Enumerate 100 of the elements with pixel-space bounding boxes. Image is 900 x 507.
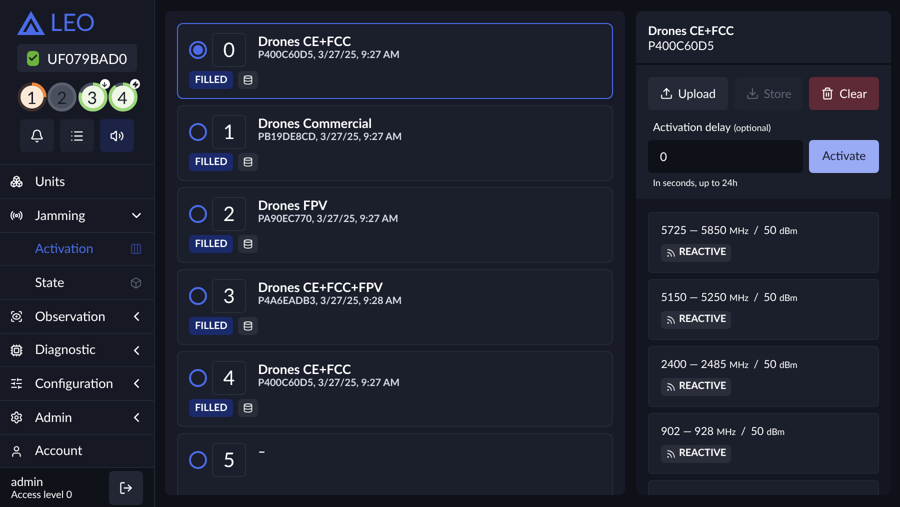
database-icon <box>238 317 258 335</box>
preset-card[interactable]: 3 Drones CE+FCC+FPV P4A6EADB3, 3/27/25, 9:28 AM FILLED <box>177 269 613 345</box>
radio-button[interactable] <box>189 205 207 223</box>
signal-icon <box>666 448 676 458</box>
nav-item[interactable]: Configuration <box>0 367 154 402</box>
upload-button[interactable]: Upload <box>648 77 728 110</box>
nav-item[interactable]: Jamming <box>0 198 154 233</box>
preset-card[interactable]: 0 Drones CE+FCC P400C60D5, 3/27/25, 9:27 AM FILLED <box>177 23 613 99</box>
separator: / <box>740 424 746 440</box>
device-id: UF079BAD0 <box>47 48 127 69</box>
band-unit: MHz <box>729 224 749 238</box>
database-icon <box>238 399 258 417</box>
logout-icon <box>119 480 133 495</box>
sliders-icon <box>10 377 23 390</box>
preset-index: 3 <box>212 279 246 313</box>
radio-button[interactable] <box>189 451 207 469</box>
status-badge: FILLED <box>189 399 234 417</box>
band-unit: MHz <box>729 358 749 372</box>
band-power: 50 <box>750 424 764 440</box>
band-power: 50 <box>764 223 776 239</box>
preset-index: 2 <box>212 197 246 231</box>
shield-check-icon <box>27 50 40 66</box>
preset-name: Drones Commercial <box>258 115 373 132</box>
detail-code: P400C60D5 <box>648 38 716 53</box>
band-power: 50 <box>764 290 776 306</box>
preset-card[interactable]: 4 Drones CE+FCC P400C60D5, 3/27/25, 9:27 AM FILLED <box>177 351 613 427</box>
power-unit: dBm <box>779 224 798 238</box>
status-badge: FILLED <box>189 153 234 171</box>
columns-icon <box>130 242 142 255</box>
preset-meta: PA90EC770, 3/27/25, 9:27 AM <box>258 213 398 226</box>
preset-name: Drones FPV <box>258 197 328 214</box>
preset-card[interactable]: 1 Drones Commercial PB19DE8CD, 3/27/25, 9:27 AM FILLED <box>177 105 613 181</box>
preset-index: 5 <box>212 443 246 477</box>
nav-item[interactable]: Diagnostic <box>0 334 154 368</box>
status-badge: FILLED <box>189 235 234 253</box>
preset-meta: P4A6EADB3, 3/27/25, 9:28 AM <box>258 295 402 308</box>
trash-icon <box>821 87 834 100</box>
band-power: 50 <box>764 357 776 373</box>
preset-meta: P400C60D5, 3/27/25, 9:27 AM <box>258 49 400 62</box>
unit-status-ring[interactable] <box>78 82 108 112</box>
logo-icon <box>16 10 46 36</box>
preset-name: Drones CE+FCC <box>258 33 352 50</box>
detail-title: Drones CE+FCC <box>648 23 735 38</box>
status-badge: FILLED <box>189 317 234 335</box>
nav-subitem[interactable]: State <box>0 266 154 300</box>
toolbar-button[interactable] <box>100 119 134 152</box>
access-level: Access level 0 <box>11 488 74 502</box>
separator: / <box>754 357 759 373</box>
chip-icon <box>10 344 23 357</box>
settings-icon <box>10 410 23 424</box>
radio-button[interactable] <box>189 123 207 141</box>
brand-name: LEO <box>50 11 96 35</box>
list-icon <box>70 128 84 143</box>
upload-icon <box>660 87 673 100</box>
mode-badge: REACTIVE <box>661 310 732 328</box>
nav-item[interactable]: Admin <box>0 401 154 435</box>
band-unit: MHz <box>729 291 749 304</box>
band-range: 2400 — 2485 <box>661 357 726 373</box>
power-unit: dBm <box>779 291 798 304</box>
band-unit: MHz <box>716 425 736 438</box>
antenna-icon <box>10 208 23 222</box>
logout-button[interactable] <box>109 470 143 505</box>
bell-icon <box>30 128 44 143</box>
user-name: admin <box>11 474 44 489</box>
radio-button[interactable] <box>189 369 207 387</box>
preset-card[interactable]: 5 – <box>177 433 613 495</box>
separator: / <box>754 223 759 239</box>
unit-number: 1 <box>26 88 37 106</box>
preset-name: – <box>258 443 266 460</box>
download-badge-icon <box>100 79 110 90</box>
radio-button[interactable] <box>189 287 207 305</box>
preset-name: Drones CE+FCC+FPV <box>258 279 384 296</box>
activate-button[interactable]: Activate <box>809 140 880 172</box>
band-range: 5725 — 5850 <box>661 223 726 239</box>
preset-index: 0 <box>212 33 246 67</box>
preset-index: 1 <box>212 115 246 149</box>
unit-status-ring[interactable] <box>17 82 47 112</box>
download-icon <box>746 87 759 100</box>
delay-input-field[interactable]: 0 <box>648 140 803 172</box>
radio-button[interactable] <box>189 41 207 59</box>
signal-icon <box>666 314 676 324</box>
scan-icon <box>10 310 23 323</box>
power-unit: dBm <box>766 425 785 438</box>
status-badge: FILLED <box>189 71 234 89</box>
toolbar-button[interactable] <box>20 119 54 152</box>
preset-meta: PB19DE8CD, 3/27/25, 9:27 AM <box>258 131 402 144</box>
clear-button[interactable]: Clear <box>809 77 880 110</box>
nav-item[interactable]: Observation <box>0 300 154 334</box>
mode-badge: REACTIVE <box>661 378 732 396</box>
nav-subitem[interactable]: Activation <box>0 232 154 266</box>
mode-badge: REACTIVE <box>661 244 732 262</box>
nav-item[interactable]: Units <box>0 165 154 199</box>
preset-card[interactable]: 2 Drones FPV PA90EC770, 3/27/25, 9:27 AM FILLED <box>177 187 613 263</box>
database-icon <box>238 71 258 89</box>
preset-index: 4 <box>212 361 246 395</box>
cubes-icon <box>10 175 23 188</box>
signal-icon <box>666 382 676 392</box>
unit-status-ring[interactable] <box>108 82 138 112</box>
toolbar-button[interactable] <box>60 119 94 152</box>
speaker-icon <box>110 128 124 143</box>
